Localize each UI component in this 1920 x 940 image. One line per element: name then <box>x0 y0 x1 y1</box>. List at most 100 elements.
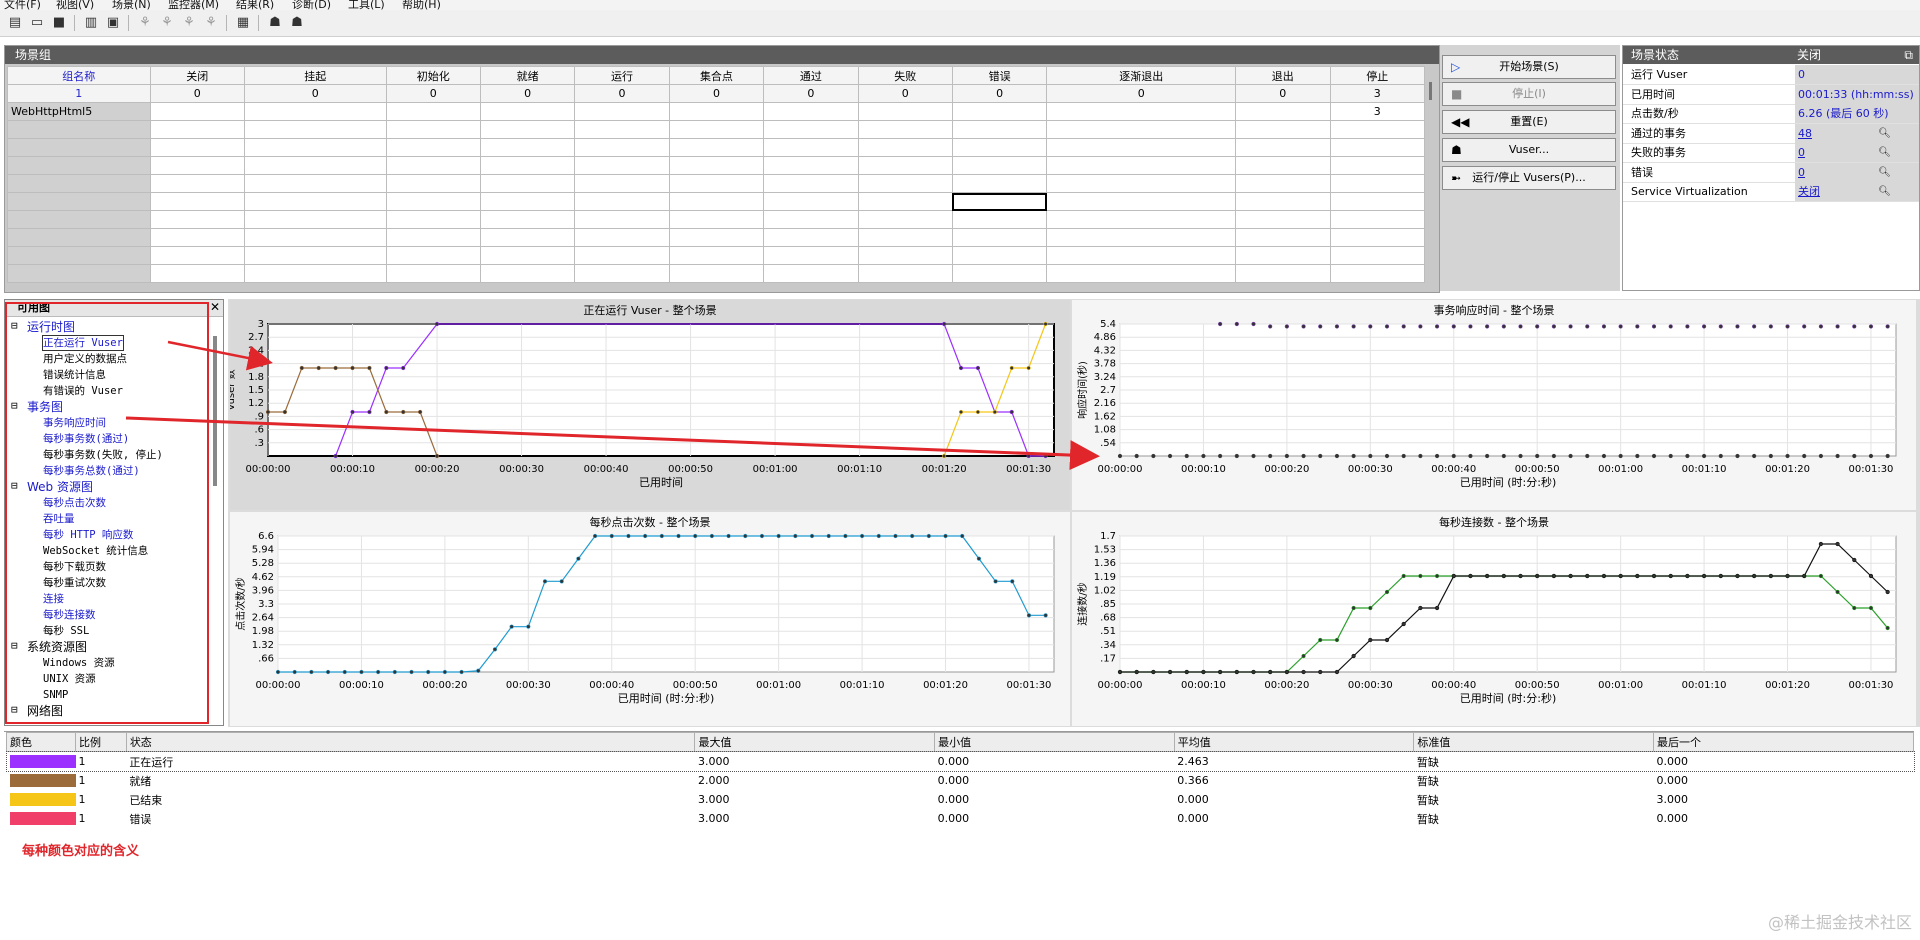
group-cell[interactable] <box>574 102 670 121</box>
group-col-header[interactable]: 停止 <box>1329 66 1425 85</box>
group-cell[interactable] <box>1329 210 1425 229</box>
group-name-cell[interactable] <box>7 210 151 229</box>
run-icon[interactable]: ⚘ <box>136 14 154 32</box>
group-cell[interactable] <box>385 210 481 229</box>
menu-file[interactable]: 文件(F) <box>4 0 41 10</box>
group-cell[interactable] <box>1235 210 1331 229</box>
menu-view[interactable]: 视图(V) <box>56 0 94 10</box>
group-cell[interactable] <box>574 120 670 139</box>
bar-chart-icon[interactable]: ▥ <box>82 14 100 32</box>
group-cell[interactable] <box>951 246 1048 265</box>
group-cell[interactable] <box>149 246 245 265</box>
chart-running-vusers[interactable]: 正在运行 Vuser - 整个场景 3 2.7 2.4 2.1 1.8 1.5 1.2 .9 .6… <box>230 300 1070 510</box>
legend-col-header[interactable]: 平均值 <box>1173 732 1415 752</box>
group-cell[interactable] <box>763 210 859 229</box>
status-value[interactable]: 关闭 <box>1795 182 1919 201</box>
group-cell[interactable] <box>479 156 576 175</box>
group-cell[interactable] <box>479 174 576 193</box>
group-col-header[interactable]: 退出 <box>1235 66 1331 85</box>
color-swatch[interactable] <box>9 793 76 807</box>
group-cell[interactable] <box>385 246 481 265</box>
group-cell[interactable] <box>668 120 765 139</box>
group-name-cell[interactable] <box>7 228 151 247</box>
group-cell[interactable] <box>951 210 1048 229</box>
stop-button[interactable]: ■ 停止(I) <box>1442 82 1616 106</box>
legend-col-header[interactable]: 最大值 <box>694 732 936 752</box>
chart-connections-per-second[interactable]: 每秒连接数 - 整个场景 1.7 1.53 1.36 1.19 1.02 .85 .68 .51… <box>1072 512 1916 726</box>
group-cell[interactable] <box>668 156 765 175</box>
group-cell[interactable] <box>668 228 765 247</box>
group-cell[interactable] <box>149 138 245 157</box>
group-cell[interactable] <box>1329 264 1425 283</box>
legend-row[interactable]: 1 正在运行 3.000 0.000 2.463 暂缺 0.000 <box>5 750 1915 772</box>
group-cell[interactable] <box>479 138 576 157</box>
status-value[interactable]: 0 <box>1795 143 1919 162</box>
group-cell[interactable] <box>1046 246 1237 265</box>
magnifier-icon[interactable]: 🔍︎ <box>1878 163 1891 182</box>
group-cell[interactable] <box>763 120 859 139</box>
group-cell[interactable] <box>857 228 953 247</box>
group-name-cell[interactable] <box>7 156 151 175</box>
group-cell[interactable] <box>763 192 859 211</box>
group-cell[interactable] <box>763 264 859 283</box>
group-name-cell[interactable] <box>7 264 151 283</box>
group-cell[interactable] <box>1329 156 1425 175</box>
group-cell[interactable] <box>385 120 481 139</box>
group-cell[interactable] <box>243 264 387 283</box>
legend-row[interactable]: 1 错误 3.000 0.000 0.000 暂缺 0.000 <box>7 809 1914 828</box>
legend-col-header[interactable]: 最小值 <box>934 732 1175 752</box>
menu-tools[interactable]: 工具(L) <box>348 0 385 10</box>
group-cell[interactable] <box>243 102 387 121</box>
close-icon[interactable]: ✕ <box>210 300 220 314</box>
group-cell[interactable] <box>763 246 859 265</box>
group-cell[interactable] <box>668 246 765 265</box>
legend-col-header[interactable]: 标准值 <box>1413 732 1655 752</box>
legend-row[interactable]: 1 已结束 3.000 0.000 0.000 暂缺 3.000 <box>7 790 1914 809</box>
group-row[interactable] <box>7 120 1425 139</box>
group-col-header[interactable]: 错误 <box>951 66 1048 85</box>
group-cell[interactable] <box>243 174 387 193</box>
group-cell[interactable] <box>668 102 765 121</box>
chart-hits-per-second[interactable]: 每秒点击次数 - 整个场景 6.6 5.94 5.28 4.62 3.96 3.3 2.64 1… <box>230 512 1070 726</box>
stop-run-icon[interactable]: ⚘ <box>180 14 198 32</box>
menu-help[interactable]: 帮助(H) <box>402 0 441 10</box>
group-cell[interactable]: 3 <box>1329 102 1425 121</box>
group-cell[interactable] <box>479 120 576 139</box>
group-cell[interactable] <box>574 174 670 193</box>
group-cell[interactable] <box>149 264 245 283</box>
group-name-cell[interactable] <box>7 138 151 157</box>
group-cell[interactable] <box>763 102 859 121</box>
new-icon[interactable]: ▤ <box>6 14 24 32</box>
group-cell[interactable] <box>763 156 859 175</box>
status-value[interactable]: 48 <box>1795 123 1919 143</box>
group-cell[interactable] <box>385 138 481 157</box>
group-row[interactable] <box>7 174 1425 193</box>
gradual-stop-icon[interactable]: ⚘ <box>202 14 220 32</box>
group-cell[interactable] <box>857 102 953 121</box>
group-cell[interactable] <box>1235 246 1331 265</box>
group-cell[interactable] <box>857 246 953 265</box>
group-cell[interactable] <box>149 210 245 229</box>
color-swatch[interactable] <box>9 774 76 788</box>
menu-scenario[interactable]: 场景(N) <box>112 0 151 10</box>
group-cell[interactable] <box>668 264 765 283</box>
group-cell[interactable] <box>385 102 481 121</box>
group-cell[interactable] <box>479 228 576 247</box>
legend-col-header[interactable]: 颜色 <box>5 732 77 752</box>
start-scenario-button[interactable]: ▷ 开始场景(S) <box>1442 55 1616 79</box>
group-row[interactable] <box>7 246 1425 265</box>
group-cell[interactable] <box>857 192 953 211</box>
group-cell[interactable] <box>951 228 1048 247</box>
group-cell[interactable] <box>951 192 1048 211</box>
group-cell[interactable] <box>857 264 953 283</box>
group-col-header[interactable]: 组名称 <box>7 66 151 85</box>
reset-button[interactable]: ◀◀ 重置(E) <box>1442 110 1616 134</box>
group-cell[interactable] <box>574 264 670 283</box>
legend-col-header[interactable]: 比例 <box>75 732 127 752</box>
magnifier-icon[interactable]: 🔍︎ <box>1878 182 1891 201</box>
menu-diagnostics[interactable]: 诊断(D) <box>292 0 331 10</box>
group-cell[interactable] <box>1046 120 1237 139</box>
users-icon[interactable]: ☗ <box>266 14 284 32</box>
legend-col-header[interactable]: 最后一个 <box>1653 732 1914 752</box>
group-name-cell[interactable] <box>7 120 151 139</box>
